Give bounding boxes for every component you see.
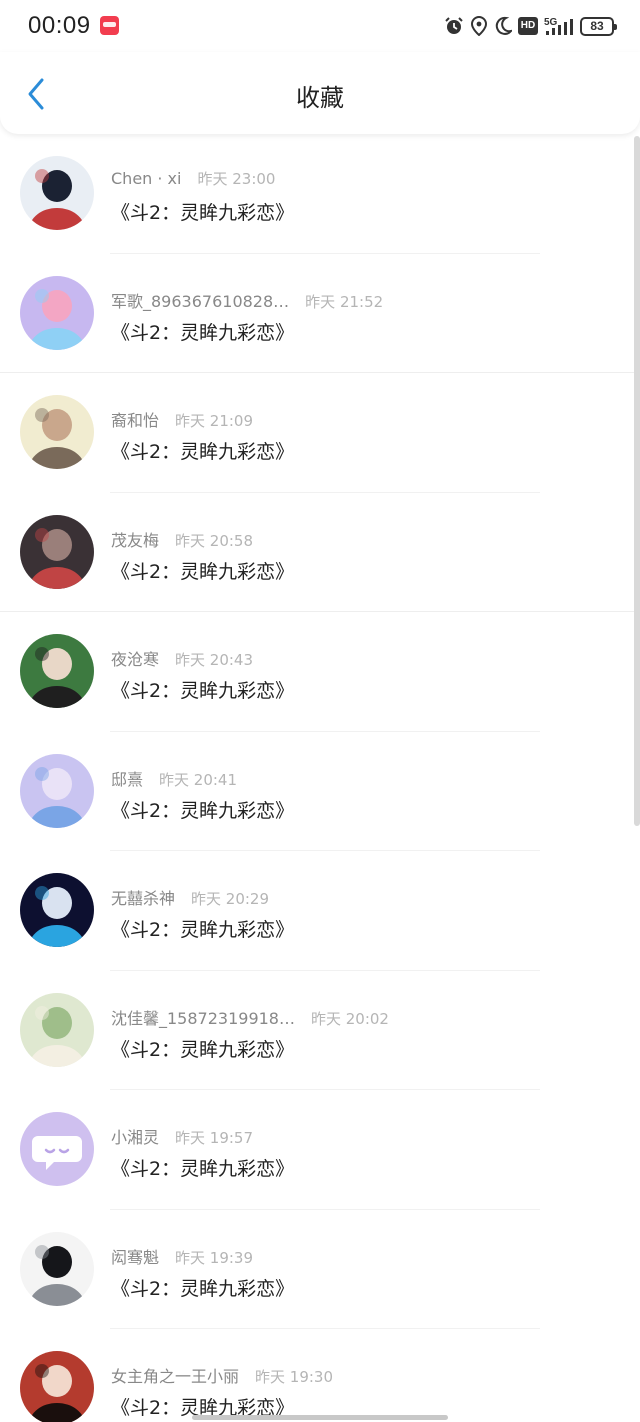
timestamp: 昨天 19:30: [255, 1368, 334, 1386]
item-meta: 军歌_896367610828… 昨天 21:52: [111, 288, 383, 312]
list-item[interactable]: Chen · xi 昨天 23:00 《斗2：灵眸九彩恋》: [0, 134, 640, 254]
signal-5g-icon: 5G: [544, 17, 573, 35]
avatar[interactable]: [20, 634, 94, 708]
favorite-title[interactable]: 《斗2：灵眸九彩恋》: [111, 318, 294, 345]
timestamp: 昨天 21:52: [305, 292, 384, 311]
avatar[interactable]: [20, 156, 94, 230]
list-item[interactable]: 夜沧寒 昨天 20:43 《斗2：灵眸九彩恋》: [0, 612, 640, 732]
list-item[interactable]: 无囍杀神 昨天 20:29 《斗2：灵眸九彩恋》: [0, 851, 640, 971]
page-title: 收藏: [296, 84, 344, 112]
username[interactable]: 裔和怡: [111, 407, 159, 431]
item-meta: 小湘灵 昨天 19:57: [111, 1124, 253, 1148]
avatar[interactable]: [20, 753, 94, 828]
username[interactable]: 无囍杀神: [111, 885, 175, 909]
list-item[interactable]: 裔和怡 昨天 21:09 《斗2：灵眸九彩恋》: [0, 373, 640, 493]
username[interactable]: 茂友梅: [111, 527, 159, 551]
favorite-title[interactable]: 《斗2：灵眸九彩恋》: [111, 1274, 294, 1301]
list-item[interactable]: 茂友梅 昨天 20:58 《斗2：灵眸九彩恋》: [0, 493, 640, 612]
timestamp: 昨天 21:09: [175, 412, 254, 430]
username[interactable]: 军歌_896367610828…: [111, 288, 289, 312]
timestamp: 昨天 23:00: [197, 170, 276, 188]
list-item[interactable]: 邸熹 昨天 20:41 《斗2：灵眸九彩恋》: [0, 732, 640, 851]
status-bar: 00:09 HD 5G 83: [0, 0, 640, 52]
avatar[interactable]: [20, 1351, 94, 1422]
list-item[interactable]: 小湘灵 昨天 19:57 《斗2：灵眸九彩恋》: [0, 1090, 640, 1210]
timestamp: 昨天 20:43: [175, 651, 254, 669]
nav-bar: 收藏: [0, 52, 640, 134]
svg-text:5G: 5G: [544, 17, 558, 28]
favorites-list: Chen · xi 昨天 23:00 《斗2：灵眸九彩恋》 军歌_8963676108…: [0, 134, 640, 1422]
favorite-title[interactable]: 《斗2：灵眸九彩恋》: [111, 437, 294, 464]
username[interactable]: Chen · xi: [111, 169, 181, 188]
scrollbar[interactable]: [634, 136, 640, 826]
username[interactable]: 沈佳馨_15872319918…: [111, 1005, 295, 1029]
username[interactable]: 闳骞魁: [111, 1244, 159, 1268]
item-meta: 无囍杀神 昨天 20:29: [111, 885, 269, 909]
timestamp: 昨天 20:41: [159, 770, 238, 789]
avatar[interactable]: [20, 1112, 94, 1186]
home-indicator[interactable]: [192, 1415, 448, 1420]
favorite-title[interactable]: 《斗2：灵眸九彩恋》: [111, 796, 294, 823]
avatar[interactable]: [20, 992, 94, 1067]
timestamp: 昨天 19:39: [175, 1248, 254, 1267]
username[interactable]: 夜沧寒: [111, 646, 159, 670]
favorite-title[interactable]: 《斗2：灵眸九彩恋》: [111, 676, 294, 703]
favorite-title[interactable]: 《斗2：灵眸九彩恋》: [111, 198, 294, 225]
timestamp: 昨天 19:57: [175, 1129, 254, 1147]
status-time: 00:09: [28, 12, 91, 39]
item-meta: 茂友梅 昨天 20:58: [111, 527, 253, 551]
item-meta: 夜沧寒 昨天 20:43: [111, 646, 253, 670]
avatar[interactable]: [20, 873, 94, 947]
item-meta: 裔和怡 昨天 21:09: [111, 407, 253, 431]
favorite-title[interactable]: 《斗2：灵眸九彩恋》: [111, 557, 294, 584]
avatar[interactable]: [20, 395, 94, 469]
location-icon: [470, 16, 488, 36]
timestamp: 昨天 20:58: [175, 531, 254, 550]
battery-icon: 83: [580, 16, 617, 36]
favorite-title[interactable]: 《斗2：灵眸九彩恋》: [111, 915, 294, 942]
timestamp: 昨天 20:29: [191, 890, 270, 908]
username[interactable]: 女主角之一王小丽: [111, 1363, 239, 1387]
username[interactable]: 小湘灵: [111, 1124, 159, 1148]
moon-icon: [495, 16, 512, 35]
username[interactable]: 邸熹: [111, 766, 143, 790]
list-item[interactable]: 沈佳馨_15872319918… 昨天 20:02 《斗2：灵眸九彩恋》: [0, 971, 640, 1090]
item-meta: 沈佳馨_15872319918… 昨天 20:02: [111, 1005, 389, 1029]
avatar[interactable]: [20, 275, 94, 350]
hd-icon: HD: [518, 17, 538, 35]
item-meta: 女主角之一王小丽 昨天 19:30: [111, 1363, 333, 1387]
item-meta: 邸熹 昨天 20:41: [111, 766, 237, 790]
alarm-icon: [445, 17, 463, 34]
timestamp: 昨天 20:02: [310, 1009, 389, 1028]
app-notification-icon: [100, 16, 119, 35]
list-item[interactable]: 闳骞魁 昨天 19:39 《斗2：灵眸九彩恋》: [0, 1210, 640, 1329]
avatar[interactable]: [20, 1231, 94, 1306]
list-item[interactable]: 女主角之一王小丽 昨天 19:30 《斗2：灵眸九彩恋》: [0, 1329, 640, 1422]
item-meta: 闳骞魁 昨天 19:39: [111, 1244, 253, 1268]
favorite-title[interactable]: 《斗2：灵眸九彩恋》: [111, 1035, 294, 1062]
item-meta: Chen · xi 昨天 23:00: [111, 168, 275, 189]
list-item[interactable]: 军歌_896367610828… 昨天 21:52 《斗2：灵眸九彩恋》: [0, 254, 640, 373]
avatar[interactable]: [20, 514, 94, 589]
status-icons: HD 5G 83: [444, 14, 617, 38]
favorite-title[interactable]: 《斗2：灵眸九彩恋》: [111, 1154, 294, 1181]
